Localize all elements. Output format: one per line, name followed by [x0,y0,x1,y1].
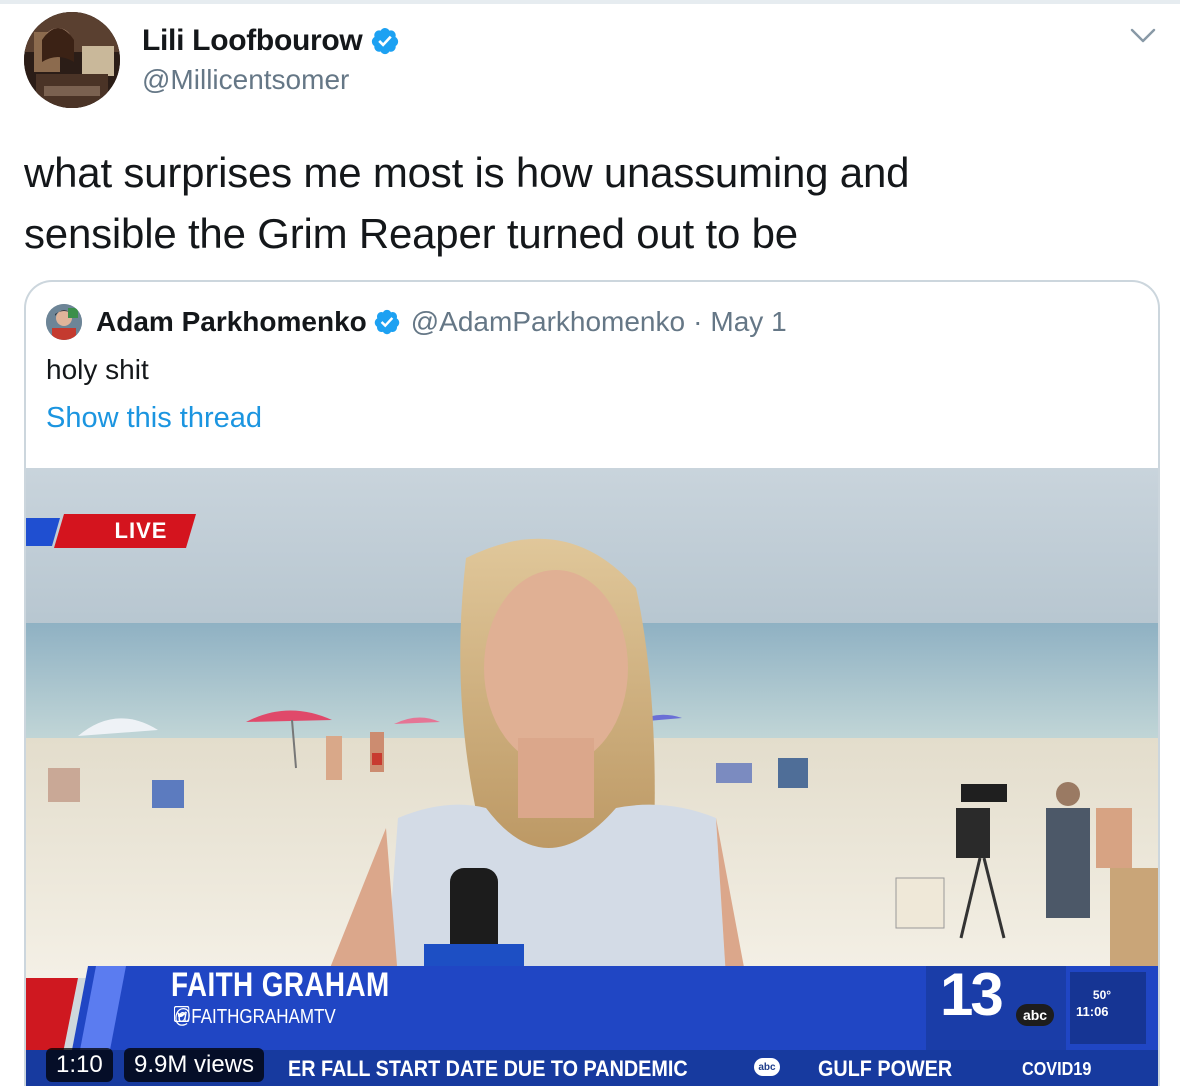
on-air-clock: 11:06 [1076,1004,1109,1019]
reporter-name: FAITH GRAHAM [171,966,390,1004]
quoted-date[interactable]: May 1 [710,306,786,338]
author-name[interactable]: Lili Loofbourow [142,24,363,58]
quoted-author-handle[interactable]: @AdamParkhomenko [411,306,685,338]
author-avatar[interactable] [24,12,120,108]
video-duration: 1:10 [46,1048,113,1082]
top-divider [0,0,1180,4]
video-player[interactable]: LIVE FAITH GRAHAM @FAITHGRAHAMTV 13 abc … [26,468,1158,1086]
author-handle[interactable]: @Millicentsomer [142,64,349,96]
ticker-topic: COVID19 [1022,1058,1092,1079]
quoted-author-name[interactable]: Adam Parkhomenko [96,306,367,338]
quoted-text: holy shit [46,354,149,385]
station-network-logo: abc [1016,1004,1054,1026]
quoted-header: Adam Parkhomenko @AdamParkhomenko · May … [96,306,787,338]
video-views: 9.9M views [124,1048,265,1082]
twitter-bird-icon [174,1006,190,1022]
station-number: 13 [940,961,1004,1028]
ticker-secondary: GULF POWER [818,1056,953,1081]
temperature: 50° [1092,988,1112,1002]
tweet-text-line: sensible the Grim Reaper turned out to b… [24,210,798,257]
quoted-tweet-card[interactable]: Adam Parkhomenko @AdamParkhomenko · May … [24,280,1160,1086]
ticker-network-logo: abc [754,1058,780,1076]
author-name-row[interactable]: Lili Loofbourow [142,24,400,58]
separator-dot: · [693,306,703,337]
ticker-headline: ER FALL START DATE DUE TO PANDEMIC [288,1056,688,1081]
tweet-text-line: what surprises me most is how unassuming… [24,149,910,196]
quoted-author-avatar[interactable] [46,304,82,340]
live-label: LIVE [114,518,168,543]
reporter-twitter: @FAITHGRAHAMTV [174,1006,336,1028]
verified-badge-icon [374,309,399,335]
reporter-social: @FAITHGRAHAMTV [174,1006,336,1029]
chevron-down-icon[interactable] [1128,24,1158,48]
verified-badge-icon [372,28,399,55]
show-thread-link[interactable]: Show this thread [46,402,262,435]
tweet-text: what surprises me most is how unassuming… [24,142,1144,264]
